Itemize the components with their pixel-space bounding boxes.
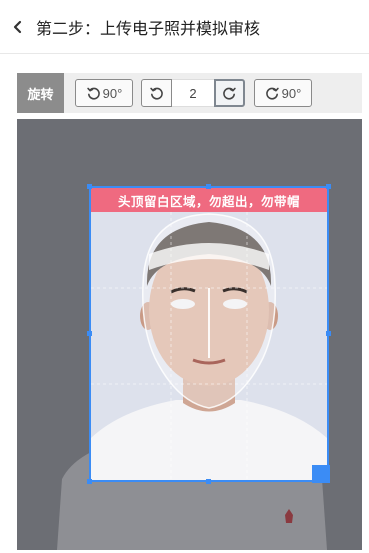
crop-handle-top-left[interactable] bbox=[87, 184, 92, 189]
step-decrease-button[interactable] bbox=[141, 79, 172, 107]
crop-resize-handle[interactable] bbox=[312, 465, 330, 483]
page-title: 第二步：上传电子照并模拟审核 bbox=[36, 20, 261, 38]
undo-icon bbox=[150, 87, 163, 100]
rotate-label: 旋转 bbox=[17, 73, 64, 113]
crop-handle-top-right[interactable] bbox=[326, 184, 331, 189]
rotate-ccw-icon bbox=[86, 87, 100, 100]
crop-handle-top[interactable] bbox=[206, 184, 211, 189]
crop-handle-bottom-left[interactable] bbox=[87, 479, 92, 484]
step-increase-button[interactable] bbox=[214, 79, 245, 107]
page-header: 第二步：上传电子照并模拟审核 bbox=[0, 0, 369, 54]
rotate-left-label: 90° bbox=[102, 85, 123, 101]
rotate-toolbar: 旋转 90° 90° bbox=[17, 73, 362, 113]
photo-editor-canvas: 头顶留白区域，勿超出，勿带帽 bbox=[17, 119, 362, 550]
crop-frame[interactable]: 头顶留白区域，勿超出，勿带帽 bbox=[89, 186, 329, 482]
chevron-left-icon bbox=[13, 20, 22, 33]
crop-handle-bottom[interactable] bbox=[206, 479, 211, 484]
step-value-input[interactable] bbox=[172, 79, 214, 107]
head-clearance-banner: 头顶留白区域，勿超出，勿带帽 bbox=[91, 188, 327, 212]
rotate-step-stepper bbox=[141, 79, 245, 107]
crop-handle-right[interactable] bbox=[326, 331, 331, 336]
rotate-cw-icon bbox=[265, 87, 279, 100]
rotate-right-90-button[interactable]: 90° bbox=[254, 79, 312, 107]
rotate-left-90-button[interactable]: 90° bbox=[75, 79, 133, 107]
rotate-right-label: 90° bbox=[281, 85, 302, 101]
back-button[interactable] bbox=[0, 0, 36, 54]
redo-icon bbox=[223, 87, 236, 100]
crop-handle-left[interactable] bbox=[87, 331, 92, 336]
face-guide-overlay bbox=[91, 188, 327, 480]
